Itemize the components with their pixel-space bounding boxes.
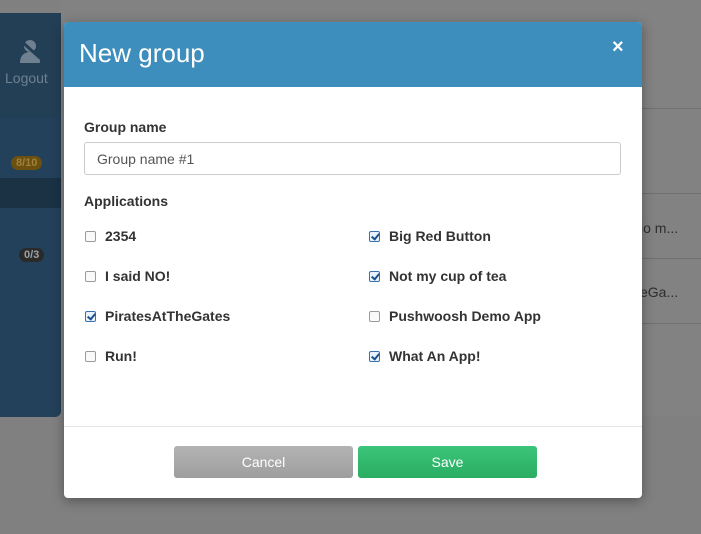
sidebar-item-active[interactable] xyxy=(0,178,61,208)
logout-button[interactable]: Logout xyxy=(0,13,61,118)
count-badge: 8/10 xyxy=(11,156,43,170)
app-option[interactable]: Run! xyxy=(85,346,137,366)
logout-label: Logout xyxy=(5,70,48,86)
app-option-label: PiratesAtTheGates xyxy=(105,308,231,324)
app-option-label: What An App! xyxy=(389,348,481,364)
close-icon[interactable]: × xyxy=(612,36,624,59)
app-option-label: Not my cup of tea xyxy=(389,268,507,284)
app-option[interactable]: Big Red Button xyxy=(369,226,491,246)
cancel-button[interactable]: Cancel xyxy=(174,446,353,478)
table-row[interactable]: io m... xyxy=(640,220,701,236)
checkbox[interactable] xyxy=(369,230,380,242)
footer-divider xyxy=(64,426,642,427)
group-name-input[interactable] xyxy=(84,142,621,175)
table-row-divider xyxy=(640,108,701,109)
app-option[interactable]: 2354 xyxy=(85,226,136,246)
app-option-label: Pushwoosh Demo App xyxy=(389,308,541,324)
group-name-label: Group name xyxy=(84,119,167,135)
dialog-title: New group xyxy=(79,38,205,68)
save-button[interactable]: Save xyxy=(358,446,537,478)
dialog-header: New group × xyxy=(64,22,642,87)
table-row-divider xyxy=(640,258,701,259)
count-badge: 0/3 xyxy=(19,248,45,262)
app-option-label: Big Red Button xyxy=(389,228,491,244)
app-option-label: I said NO! xyxy=(105,268,171,284)
table-row[interactable]: eGa... xyxy=(640,284,701,300)
checkbox[interactable] xyxy=(369,310,380,322)
app-option[interactable]: What An App! xyxy=(369,346,481,366)
table-row-divider xyxy=(640,193,701,194)
app-option-label: 2354 xyxy=(105,228,137,244)
logout-icon xyxy=(18,38,42,63)
checkbox[interactable] xyxy=(369,350,380,362)
checkbox[interactable] xyxy=(85,230,96,242)
app-option[interactable]: Not my cup of tea xyxy=(369,266,506,286)
checkbox[interactable] xyxy=(85,270,96,282)
checkbox[interactable] xyxy=(85,350,96,362)
app-option[interactable]: I said NO! xyxy=(85,266,170,286)
app-option[interactable]: Pushwoosh Demo App xyxy=(369,306,541,326)
app-option-label: Run! xyxy=(105,348,137,364)
table-row-divider xyxy=(640,323,701,324)
new-group-dialog: New group × Group name Applications 2354… xyxy=(64,22,642,498)
applications-label: Applications xyxy=(84,193,169,209)
sidebar: Logout 8/10 0/3 xyxy=(0,13,61,417)
checkbox[interactable] xyxy=(369,270,380,282)
checkbox[interactable] xyxy=(85,310,96,322)
app-option[interactable]: PiratesAtTheGates xyxy=(85,306,230,326)
